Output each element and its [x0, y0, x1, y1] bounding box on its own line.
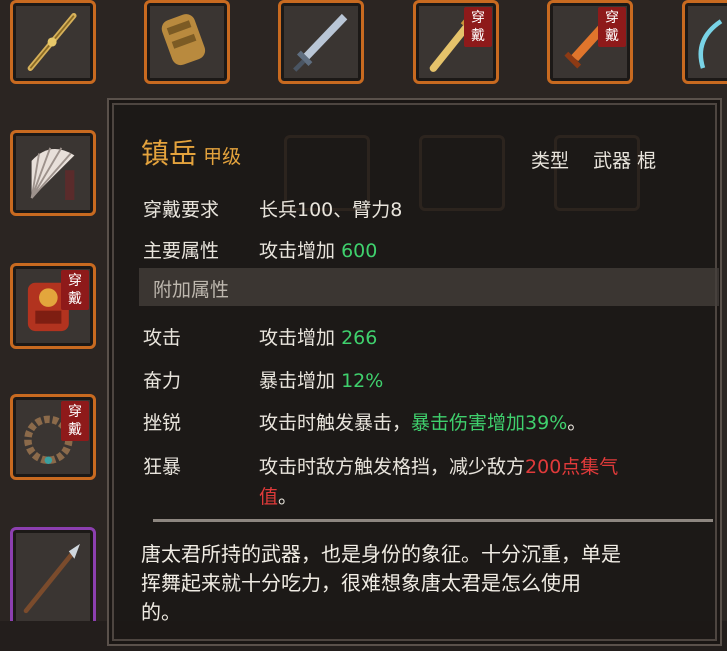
description-line: 的。	[141, 600, 181, 624]
description-line: 挥舞起来就十分吃力，很难想象唐太君是怎么使用	[141, 571, 581, 595]
skill-text: 攻击时触发暴击，	[259, 412, 412, 434]
skill-end: 。	[278, 486, 298, 508]
extra-attr-text: 攻击增加	[259, 327, 336, 349]
inventory-slot-bead-necklace[interactable]: 穿戴	[10, 394, 96, 480]
worn-badge: 穿戴	[61, 270, 89, 310]
bow-icon	[698, 19, 723, 69]
requirement-label: 穿戴要求	[143, 199, 220, 221]
inventory-slot-spear-gold[interactable]	[10, 0, 96, 84]
extra-attr-text: 暴击增加	[259, 370, 336, 392]
spear-icon	[27, 12, 77, 72]
ghost-slot	[419, 135, 505, 211]
skill-label: 狂暴	[143, 456, 182, 478]
extra-attr-title: 附加属性	[153, 279, 230, 301]
gauntlet-icon	[161, 14, 206, 66]
divider	[153, 519, 713, 522]
inventory-slot-bow[interactable]	[682, 0, 727, 84]
worn-badge: 穿戴	[598, 7, 626, 47]
item-type-label: 类型	[531, 150, 570, 172]
requirement-value: 长兵100、臂力8	[259, 199, 403, 221]
main-attr-label: 主要属性	[143, 240, 220, 262]
extra-attr-label: 攻击	[143, 327, 182, 349]
worn-badge: 穿戴	[61, 401, 89, 441]
extra-attr-row: 攻击增加 266	[259, 323, 377, 350]
skill-highlight: 200点集气	[525, 456, 619, 478]
skill-desc-cont: 值。	[259, 482, 297, 509]
inventory-slot-gauntlet[interactable]	[144, 0, 230, 84]
main-attr-value: 600	[341, 240, 378, 262]
inventory-slot-armor-red[interactable]: 穿戴	[10, 263, 96, 349]
main-attr: 攻击增加 600	[259, 236, 377, 263]
skill-highlight: 暴击伤害增加39%	[411, 412, 568, 434]
item-grade: 甲级	[203, 146, 242, 168]
skill-end: 。	[567, 412, 587, 434]
inventory-slot-sword-blue[interactable]	[278, 0, 364, 84]
fan-icon	[30, 147, 75, 200]
skill-text: 攻击时敌方触发格挡，减少敌方	[259, 456, 526, 478]
extra-attr-value: 12%	[341, 370, 384, 392]
extra-attr-value: 266	[341, 327, 378, 349]
item-title: 镇岳 甲级	[141, 132, 241, 172]
item-name: 镇岳	[141, 137, 198, 170]
extra-attr-row: 暴击增加 12%	[259, 366, 383, 393]
skill-desc: 攻击时敌方触发格挡，减少敌方200点集气	[259, 452, 618, 479]
inventory-slot-sword-orange[interactable]: 穿戴	[547, 0, 633, 84]
main-attr-text: 攻击增加	[259, 240, 336, 262]
item-type-value: 武器 棍	[593, 150, 657, 172]
description-line: 唐太君所持的武器，也是身份的象征。十分沉重，单是	[141, 542, 621, 566]
inventory-slot-fan[interactable]	[10, 130, 96, 216]
spear-icon	[23, 543, 80, 614]
worn-badge: 穿戴	[464, 7, 492, 47]
skill-desc: 攻击时触发暴击，暴击伤害增加39%。	[259, 408, 586, 435]
item-description: 唐太君所持的武器，也是身份的象征。十分沉重，单是 挥舞起来就十分吃力，很难想象唐…	[141, 540, 681, 627]
skill-label: 挫锐	[143, 412, 182, 434]
extra-attr-label: 奋力	[143, 370, 182, 392]
item-tooltip: 镇岳 甲级 类型 武器 棍 穿戴要求 长兵100、臂力8 主要属性 攻击增加 6…	[107, 98, 722, 646]
item-type: 类型 武器 棍	[531, 146, 656, 173]
skill-highlight-cont: 值	[259, 486, 279, 508]
sword-icon	[293, 13, 348, 72]
inventory-slot-staff-gold[interactable]: 穿戴	[413, 0, 499, 84]
